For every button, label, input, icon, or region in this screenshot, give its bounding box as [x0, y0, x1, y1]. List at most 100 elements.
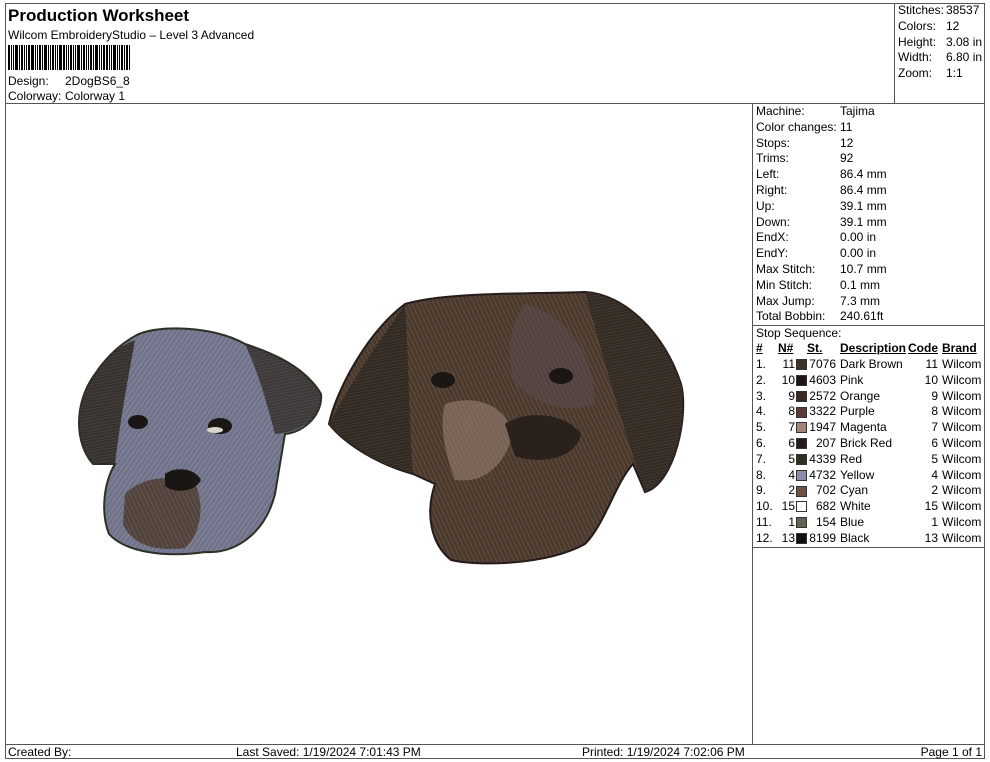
stat-label: Width:	[898, 50, 933, 65]
stat-colors: Colors: 12	[895, 19, 985, 35]
thread-code: 8	[931, 404, 938, 419]
thread-code: 13	[924, 530, 938, 545]
color-swatch-cell	[795, 483, 807, 499]
stat-value: 6.80 in	[946, 50, 983, 65]
thread-code: 9	[931, 388, 938, 403]
table-row: 3. 9 2572 Orange 9 Wilcom	[753, 389, 985, 405]
software-subtitle: Wilcom EmbroideryStudio – Level 3 Advanc…	[8, 28, 255, 42]
thread-brand: Wilcom	[942, 404, 982, 419]
row-index: 5.	[756, 420, 767, 435]
property-label: Color changes:	[756, 119, 837, 134]
design-barcode	[8, 45, 150, 70]
table-row: 12. 13 8199 Black 13 Wilcom	[753, 531, 985, 547]
last-saved: Last Saved: 1/19/2024 7:01:43 PM	[236, 745, 421, 759]
thread-description: Dark Brown	[840, 356, 903, 371]
stop-sequence-body: 1. 11 7076 Dark Brown 11 Wilcom 2. 10 4603 Pink 10…	[753, 357, 985, 547]
design-value: 2DogBS6_8	[65, 74, 130, 88]
needle-number: 6	[788, 435, 795, 450]
property-value: 0.00 in	[840, 246, 877, 261]
col-brand: Brand	[942, 341, 977, 356]
table-row: 8. 4 4732 Yellow 4 Wilcom	[753, 468, 985, 484]
stitch-count: 4603	[809, 372, 836, 387]
machine-property: Color changes: 11	[753, 120, 985, 136]
row-index: 7.	[756, 451, 767, 466]
thread-description: Black	[840, 530, 870, 545]
stat-height: Height: 3.08 in	[895, 35, 985, 51]
thread-brand: Wilcom	[942, 372, 982, 387]
property-value: 86.4 mm	[840, 182, 887, 197]
property-label: Total Bobbin:	[756, 309, 826, 324]
property-label: Right:	[756, 182, 788, 197]
small-dog-embroidery	[78, 327, 323, 556]
color-swatch-cell	[795, 531, 807, 547]
colorway-label: Colorway:	[8, 89, 62, 103]
property-value: 10.7 mm	[840, 261, 887, 276]
design-stats: Stitches: 38537 Colors: 12 Height: 3.08 in …	[895, 3, 985, 104]
thread-code: 10	[924, 372, 938, 387]
color-swatch	[795, 375, 807, 387]
color-swatch	[795, 406, 807, 418]
row-index: 6.	[756, 435, 767, 450]
row-index: 10.	[756, 499, 773, 514]
page-title: Production Worksheet	[8, 6, 190, 25]
design-label: Design:	[8, 74, 49, 88]
stitch-count: 4339	[809, 451, 836, 466]
row-index: 8.	[756, 467, 767, 482]
thread-brand: Wilcom	[942, 356, 982, 371]
thread-description: White	[840, 499, 871, 514]
thread-code: 6	[931, 435, 938, 450]
needle-number: 2	[788, 483, 795, 498]
machine-property: Down: 39.1 mm	[753, 215, 985, 231]
machine-property: Right: 86.4 mm	[753, 183, 985, 199]
needle-number: 4	[788, 467, 795, 482]
needle-number: 15	[781, 499, 795, 514]
stat-value: 1:1	[946, 66, 963, 81]
thread-description: Yellow	[840, 467, 875, 482]
stitch-count: 7076	[809, 356, 836, 371]
stitch-count: 4732	[809, 467, 836, 482]
stitch-count: 702	[815, 483, 836, 498]
thread-brand: Wilcom	[942, 451, 982, 466]
needle-number: 9	[788, 388, 795, 403]
property-label: Max Stitch:	[756, 261, 816, 276]
color-swatch	[795, 454, 807, 466]
property-label: EndX:	[756, 230, 789, 245]
property-value: Tajima	[840, 104, 875, 118]
color-swatch-cell	[795, 420, 807, 436]
needle-number: 8	[788, 404, 795, 419]
worksheet-header: Production Worksheet Wilcom EmbroiderySt…	[5, 3, 895, 104]
col-swatch	[795, 341, 807, 357]
machine-property: Stops: 12	[753, 136, 985, 152]
property-value: 0.1 mm	[840, 277, 881, 292]
thread-description: Purple	[840, 404, 875, 419]
stitch-count: 2572	[809, 388, 836, 403]
property-value: 240.61ft	[840, 309, 884, 324]
machine-property: Up: 39.1 mm	[753, 199, 985, 215]
needle-number: 13	[781, 530, 795, 545]
stat-stitches: Stitches: 38537	[895, 3, 985, 19]
thread-brand: Wilcom	[942, 530, 982, 545]
stitch-count: 1947	[809, 420, 836, 435]
property-value: 39.1 mm	[840, 198, 887, 213]
color-swatch-cell	[795, 452, 807, 468]
stop-sequence-table: # N# St. Description Code Brand 1. 11 7076…	[753, 341, 985, 548]
thread-code: 5	[931, 451, 938, 466]
machine-property: EndY: 0.00 in	[753, 246, 985, 262]
property-value: 92	[840, 151, 854, 166]
stat-zoom: Zoom: 1:1	[895, 66, 985, 82]
property-label: Up:	[756, 198, 775, 213]
machine-properties: Machine: Tajima Color changes: 11 Stops: 12 Tr…	[753, 104, 985, 325]
col-index: #	[756, 341, 763, 356]
stat-value: 38537	[946, 3, 980, 17]
row-index: 1.	[756, 356, 767, 371]
table-row: 11. 1 154 Blue 1 Wilcom	[753, 515, 985, 531]
table-row: 2. 10 4603 Pink 10 Wilcom	[753, 373, 985, 389]
property-label: Max Jump:	[756, 293, 815, 308]
machine-property: Max Jump: 7.3 mm	[753, 294, 985, 310]
row-index: 12.	[756, 530, 773, 545]
machine-property: Max Stitch: 10.7 mm	[753, 262, 985, 278]
thread-description: Brick Red	[840, 435, 893, 450]
col-code: Code	[908, 341, 938, 356]
color-swatch-cell	[795, 499, 807, 515]
embroidery-preview	[78, 290, 685, 565]
